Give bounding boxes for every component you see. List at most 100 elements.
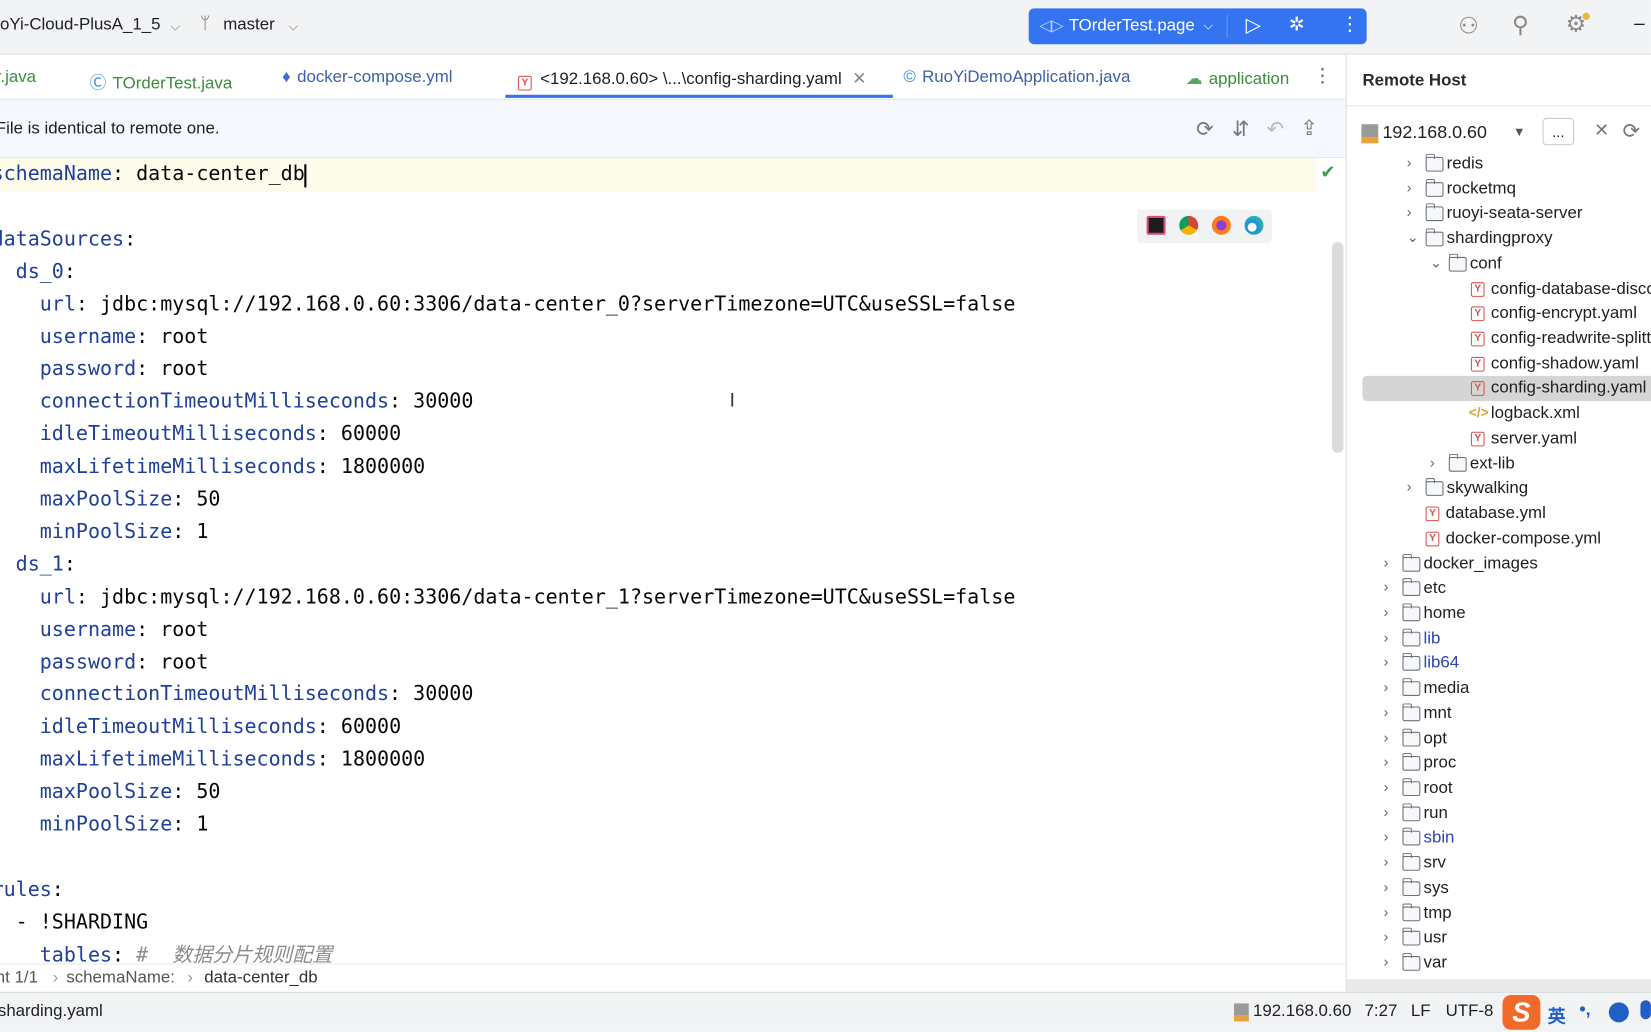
tree-item[interactable]: › ruoyi-seata-server [1347, 202, 1651, 227]
more-icon[interactable]: ⋮ [1340, 14, 1359, 36]
tree-item[interactable]: › mnt [1347, 701, 1651, 726]
tree-item[interactable]: › tmp [1347, 901, 1651, 926]
firefox-icon[interactable] [1211, 215, 1231, 235]
minimize-button[interactable]: – [1634, 13, 1645, 35]
add-user-icon[interactable]: ⚇ [1458, 13, 1479, 40]
tree-item[interactable]: › run [1347, 801, 1651, 826]
status-encoding[interactable]: UTF-8 [1446, 1002, 1494, 1021]
refresh-icon[interactable]: ⟳ [1623, 118, 1641, 144]
run-icon[interactable]: ▷ [1246, 14, 1261, 38]
chevron-right-icon[interactable]: › [1407, 478, 1412, 495]
chevron-right-icon[interactable]: › [1407, 154, 1412, 171]
chevron-right-icon[interactable]: › [1407, 204, 1412, 221]
tree-item[interactable]: › redis [1347, 152, 1651, 177]
chevron-right-icon[interactable]: › [1384, 778, 1389, 795]
tab[interactable]: Ⓒ TOrderTest.java [89, 68, 232, 93]
tree-item[interactable]: › srv [1347, 851, 1651, 876]
tree-item[interactable]: Ydatabase.yml [1347, 501, 1651, 526]
tree-item[interactable]: › etc [1347, 576, 1651, 601]
project-selector[interactable]: oYi-Cloud-PlusA_1_5 [0, 16, 160, 35]
close-icon[interactable]: ✕ [1594, 120, 1609, 141]
chevron-right-icon[interactable]: › [1384, 603, 1389, 620]
chevron-right-icon[interactable]: › [1384, 803, 1389, 820]
search-icon[interactable]: ⚲ [1512, 12, 1529, 39]
chevron-right-icon[interactable]: › [1384, 578, 1389, 595]
tab[interactable]: Y <192.168.0.60> \...\config-sharding.yam… [518, 68, 866, 91]
tree-item[interactable]: › opt [1347, 726, 1651, 751]
ime-punctuation[interactable]: •, [1579, 999, 1590, 1020]
tree-item[interactable]: Yserver.yaml [1347, 426, 1651, 451]
chevron-right-icon[interactable]: › [1407, 179, 1412, 196]
tree-item[interactable]: › rocketmq [1347, 177, 1651, 202]
sogou-ime-icon[interactable]: S [1502, 994, 1541, 1030]
chevron-right-icon[interactable]: › [1384, 903, 1389, 920]
chevron-right-icon[interactable]: › [1384, 628, 1389, 645]
breadcrumb-item[interactable]: schemaName: [66, 969, 175, 988]
tree-item[interactable]: ⌄ conf [1347, 252, 1651, 277]
breadcrumb-item[interactable]: nt 1/1 [0, 969, 38, 988]
revert-icon[interactable]: ↶ [1267, 116, 1285, 142]
chevron-right-icon[interactable]: › [1384, 653, 1389, 670]
emoji-icon[interactable] [1608, 1002, 1629, 1023]
tab[interactable]: ♦ docker-compose.yml [282, 68, 452, 87]
tree-item[interactable]: Yconfig-sharding.yaml [1362, 376, 1651, 402]
tab[interactable]: r.java [0, 68, 36, 87]
chevron-right-icon[interactable]: › [1384, 703, 1389, 720]
tree-item[interactable]: › ext-lib [1347, 451, 1651, 476]
tree-item[interactable]: Yconfig-readwrite-splitting.yaml [1347, 326, 1651, 351]
tree-item[interactable]: Yconfig-encrypt.yaml [1347, 301, 1651, 326]
debug-icon[interactable]: ✲ [1289, 14, 1305, 36]
chevron-down-icon[interactable]: ⌄ [1407, 229, 1419, 247]
tree-item[interactable]: › lib64 [1347, 651, 1651, 676]
chevron-right-icon[interactable]: › [1430, 453, 1435, 470]
tree-item[interactable]: › skywalking [1347, 476, 1651, 501]
tree-item[interactable]: › sys [1347, 876, 1651, 901]
close-tab-icon[interactable]: ✕ [852, 71, 866, 89]
tab[interactable]: © RuoYiDemoApplication.java [903, 68, 1130, 87]
more-tabs-icon[interactable]: ⋮ [1313, 65, 1332, 87]
chevron-right-icon[interactable]: › [1384, 753, 1389, 770]
tree-item[interactable]: › docker_images [1347, 551, 1651, 576]
code-editor[interactable]: schemaName: data-center_db dataSources: d… [0, 157, 1346, 964]
status-host[interactable]: 192.168.0.60 [1253, 1002, 1351, 1021]
tree-item[interactable]: Yconfig-shadow.yaml [1347, 351, 1651, 376]
sync-icon[interactable]: ⟳ [1196, 116, 1214, 142]
status-line-separator[interactable]: LF [1411, 1002, 1431, 1021]
tab[interactable]: ☁ application [1186, 68, 1290, 89]
edge-icon[interactable] [1244, 215, 1264, 235]
browse-button[interactable]: ... [1542, 117, 1575, 146]
status-position[interactable]: 7:27 [1365, 1002, 1398, 1021]
vertical-scrollbar[interactable] [1331, 242, 1344, 453]
chevron-right-icon[interactable]: › [1384, 553, 1389, 570]
chevron-right-icon[interactable]: › [1384, 878, 1389, 895]
tree-item[interactable]: </> logback.xml [1347, 401, 1651, 426]
host-selector[interactable]: 192.168.0.60 [1382, 122, 1487, 143]
upload-icon[interactable]: ⇪ [1300, 115, 1318, 141]
tree-item[interactable]: ⌄ shardingproxy [1347, 227, 1651, 252]
tree-item[interactable]: › proc [1347, 751, 1651, 776]
status-file-path[interactable]: sharding.yaml [0, 1002, 103, 1021]
ime-language[interactable]: 英 [1548, 1001, 1566, 1027]
chevron-down-icon[interactable]: ⌵ [1203, 18, 1213, 34]
tree-item[interactable]: › usr [1347, 926, 1651, 951]
chrome-icon[interactable] [1179, 215, 1199, 235]
chevron-right-icon[interactable]: › [1384, 678, 1389, 695]
chevron-right-icon[interactable]: › [1384, 953, 1389, 970]
run-config-selector[interactable]: TOrderTest.page [1069, 17, 1195, 36]
tree-item[interactable]: › media [1347, 676, 1651, 701]
branch-selector[interactable]: master [223, 16, 274, 35]
tree-item[interactable]: Yconfig-database-discovery.yaml [1347, 276, 1651, 301]
tree-item[interactable]: › root [1347, 776, 1651, 801]
tree-item[interactable]: › sbin [1347, 826, 1651, 851]
chevron-right-icon[interactable]: › [1384, 928, 1389, 945]
tree-item[interactable]: › home [1347, 601, 1651, 626]
chevron-right-icon[interactable]: › [1384, 728, 1389, 745]
tree-item[interactable]: › var [1347, 951, 1651, 976]
intellij-icon[interactable] [1146, 215, 1166, 235]
chevron-down-icon[interactable]: ⌄ [1430, 254, 1442, 272]
horizontal-scrollbar[interactable] [1346, 979, 1651, 992]
tree-item[interactable]: › lib [1347, 626, 1651, 651]
chevron-right-icon[interactable]: › [1384, 853, 1389, 870]
microphone-icon[interactable] [1640, 1000, 1651, 1020]
tree-item[interactable]: Ydocker-compose.yml [1347, 526, 1651, 551]
